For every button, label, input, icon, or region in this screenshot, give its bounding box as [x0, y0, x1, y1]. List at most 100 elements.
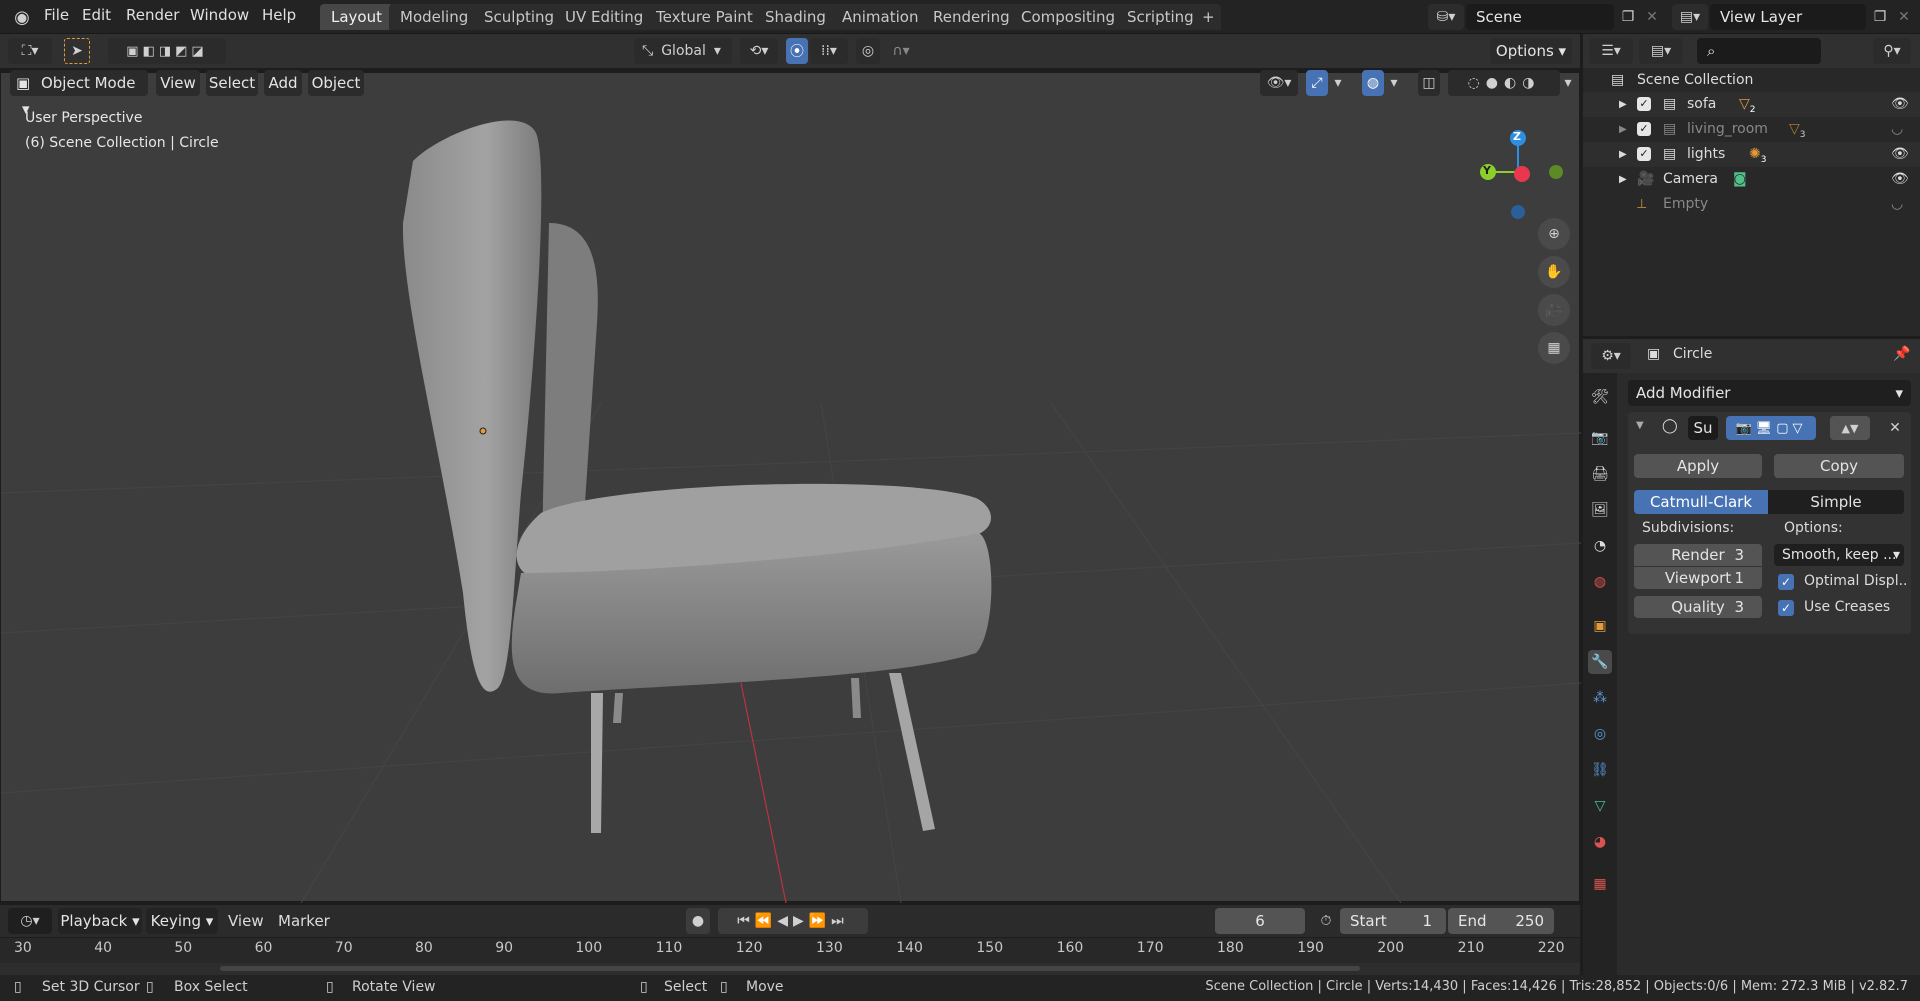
viewport-levels-field[interactable]: Viewport 1 — [1634, 567, 1762, 589]
end-frame-field[interactable]: End 250 — [1448, 908, 1554, 934]
properties-editor-icon[interactable]: ⚙▾ — [1591, 343, 1631, 369]
chevron-down-icon[interactable]: ▾ — [1330, 70, 1346, 96]
menu-add[interactable]: Add — [264, 70, 302, 96]
outliner-item-camera[interactable]: ▶ 🎥 Camera ◙ 👁 — [1583, 167, 1920, 192]
modifier-visibility-toggles[interactable]: 📷🖥▢▽ — [1726, 416, 1816, 440]
new-scene-icon[interactable]: ❐ — [1616, 4, 1640, 30]
tab-shading[interactable]: Shading — [754, 4, 837, 30]
outliner-item-empty[interactable]: ⟂ Empty ◡ — [1583, 192, 1920, 217]
hidden-eye-icon[interactable]: ◡ — [1891, 192, 1903, 217]
filter-icon[interactable]: ⚲▾ — [1873, 38, 1911, 64]
expand-arrow-icon[interactable]: ▶ — [1619, 167, 1627, 192]
exclude-checkbox[interactable]: ✓ — [1637, 147, 1651, 161]
menu-edit[interactable]: Edit — [82, 6, 111, 24]
camera-view-icon[interactable]: 🎥 — [1538, 294, 1570, 326]
playback-menu[interactable]: Playback ▾ — [58, 908, 142, 934]
outliner-search-input[interactable]: ⌕ — [1697, 38, 1821, 64]
expand-arrow-icon[interactable]: ▶ — [1619, 92, 1627, 117]
object-tab-icon[interactable]: ▣ — [1588, 614, 1612, 638]
expand-arrow-icon[interactable]: ▶ — [1619, 142, 1627, 167]
pan-hand-icon[interactable]: ✋ — [1538, 256, 1570, 288]
render-tab-icon[interactable]: 📷 — [1588, 426, 1612, 450]
current-frame-field[interactable]: 6 — [1215, 908, 1305, 934]
exclude-checkbox[interactable]: ✓ — [1637, 97, 1651, 111]
tab-modeling[interactable]: Modeling — [389, 4, 480, 30]
data-tab-icon[interactable]: ▽ — [1588, 794, 1612, 818]
outliner-item-lights[interactable]: ▶ ✓ ▤ lights ✺3 👁 — [1583, 142, 1920, 167]
eye-icon[interactable]: 👁 — [1891, 142, 1909, 167]
catmull-clark-button[interactable]: Catmull-Clark — [1634, 490, 1768, 514]
outliner-item-living-room[interactable]: ▶ ✓ ▤ living_room ▽3 ◡ — [1583, 117, 1920, 142]
modifier-tab-icon[interactable]: 🔧 — [1588, 650, 1612, 674]
particles-tab-icon[interactable]: ⁂ — [1588, 686, 1612, 710]
record-icon[interactable]: ● — [686, 908, 710, 934]
copy-button[interactable]: Copy — [1774, 454, 1904, 478]
expand-arrow-icon[interactable]: ▶ — [1619, 117, 1627, 142]
tool-tab-icon[interactable]: 🛠 — [1588, 385, 1612, 409]
material-tab-icon[interactable]: ◕ — [1588, 830, 1612, 854]
tab-rendering[interactable]: Rendering — [922, 4, 1021, 30]
playback-controls[interactable]: ⏮⏪◀▶⏩⏭ — [718, 908, 868, 934]
physics-tab-icon[interactable]: ◎ — [1588, 722, 1612, 746]
scene-name-field[interactable]: Scene — [1466, 4, 1614, 30]
timeline-scrollbar[interactable] — [0, 963, 1580, 975]
quality-field[interactable]: Quality 3 — [1634, 596, 1762, 618]
simple-button[interactable]: Simple — [1768, 490, 1904, 514]
stopwatch-icon[interactable]: ⏱ — [1314, 908, 1338, 934]
scene-browse-icon[interactable]: ⛁▾ — [1428, 4, 1464, 30]
shading-mode-icons[interactable]: ◌●◐◑ — [1448, 70, 1560, 96]
hidden-eye-icon[interactable]: ◡ — [1891, 117, 1903, 142]
menu-help[interactable]: Help — [262, 6, 296, 24]
tab-layout[interactable]: Layout — [320, 4, 393, 30]
chevron-down-icon[interactable]: ▾ — [1386, 70, 1402, 96]
uv-smooth-dropdown[interactable]: Smooth, keep ... ▾ — [1774, 544, 1904, 566]
move-modifier-icons[interactable]: ▲▼ — [1830, 416, 1870, 440]
xray-toggle-icon[interactable]: ◫ — [1418, 70, 1440, 96]
overlays-toggle-icon[interactable]: ◍ — [1362, 70, 1384, 96]
menu-file[interactable]: File — [44, 6, 69, 24]
view-layer-browse-icon[interactable]: ▤▾ — [1672, 4, 1708, 30]
output-tab-icon[interactable]: 🖨 — [1588, 462, 1612, 486]
menu-select[interactable]: Select — [206, 70, 258, 96]
tab-scripting[interactable]: Scripting — [1116, 4, 1205, 30]
remove-scene-icon[interactable]: ✕ — [1641, 4, 1663, 30]
tab-sculpting[interactable]: Sculpting — [473, 4, 566, 30]
ortho-grid-icon[interactable]: ▦ — [1538, 332, 1570, 364]
tab-compositing[interactable]: Compositing — [1010, 4, 1127, 30]
timeline-editor-icon[interactable]: ◷▾ — [8, 908, 52, 934]
menu-object[interactable]: Object — [308, 70, 364, 96]
keying-menu[interactable]: Keying ▾ — [146, 908, 218, 934]
constraints-tab-icon[interactable]: ⛓ — [1588, 758, 1612, 782]
tab-animation[interactable]: Animation — [831, 4, 930, 30]
collapse-arrow-icon[interactable]: ▼ — [1636, 420, 1644, 431]
menu-render[interactable]: Render — [126, 6, 179, 24]
eye-icon[interactable]: 👁 — [1891, 92, 1909, 117]
texture-tab-icon[interactable]: ▦ — [1588, 872, 1612, 896]
outliner-editor-icon[interactable]: ☰▾ — [1589, 38, 1633, 64]
blender-logo-icon[interactable]: ◉ — [10, 5, 34, 29]
modifier-name-field[interactable]: Su — [1688, 416, 1718, 440]
scene-tab-icon[interactable]: ◔ — [1588, 534, 1612, 558]
timeline-marker-menu[interactable]: Marker — [278, 912, 330, 930]
tab-uv-editing[interactable]: UV Editing — [554, 4, 655, 30]
timeline-ruler[interactable] — [0, 937, 1580, 963]
world-tab-icon[interactable]: ◍ — [1588, 570, 1612, 594]
tab-texture-paint[interactable]: Texture Paint — [645, 4, 764, 30]
add-modifier-dropdown[interactable]: Add Modifier ▾ — [1628, 380, 1911, 406]
view-layer-field[interactable]: View Layer — [1710, 4, 1866, 30]
outliner-root[interactable]: ▤ Scene Collection — [1583, 68, 1920, 93]
use-creases-checkbox[interactable]: ✓ — [1778, 600, 1794, 616]
zoom-icon[interactable]: ⊕ — [1538, 218, 1570, 250]
remove-view-layer-icon[interactable]: ✕ — [1893, 4, 1915, 30]
timeline-view-menu[interactable]: View — [228, 912, 264, 930]
view-layer-tab-icon[interactable]: 🖼 — [1588, 498, 1612, 522]
start-frame-field[interactable]: Start 1 — [1340, 908, 1446, 934]
outliner-item-sofa[interactable]: ▶ ✓ ▤ sofa ▽2 👁 — [1583, 92, 1920, 117]
navigation-gizmo[interactable]: Z Y — [1466, 110, 1586, 230]
mode-dropdown[interactable]: ▣ Object Mode ▾ — [10, 70, 148, 118]
optimal-display-checkbox[interactable]: ✓ — [1778, 574, 1794, 590]
display-mode-icon[interactable]: ▤▾ — [1639, 38, 1683, 64]
chevron-down-icon[interactable]: ▾ — [1560, 70, 1576, 96]
new-view-layer-icon[interactable]: ❐ — [1868, 4, 1892, 30]
apply-button[interactable]: Apply — [1634, 454, 1762, 478]
